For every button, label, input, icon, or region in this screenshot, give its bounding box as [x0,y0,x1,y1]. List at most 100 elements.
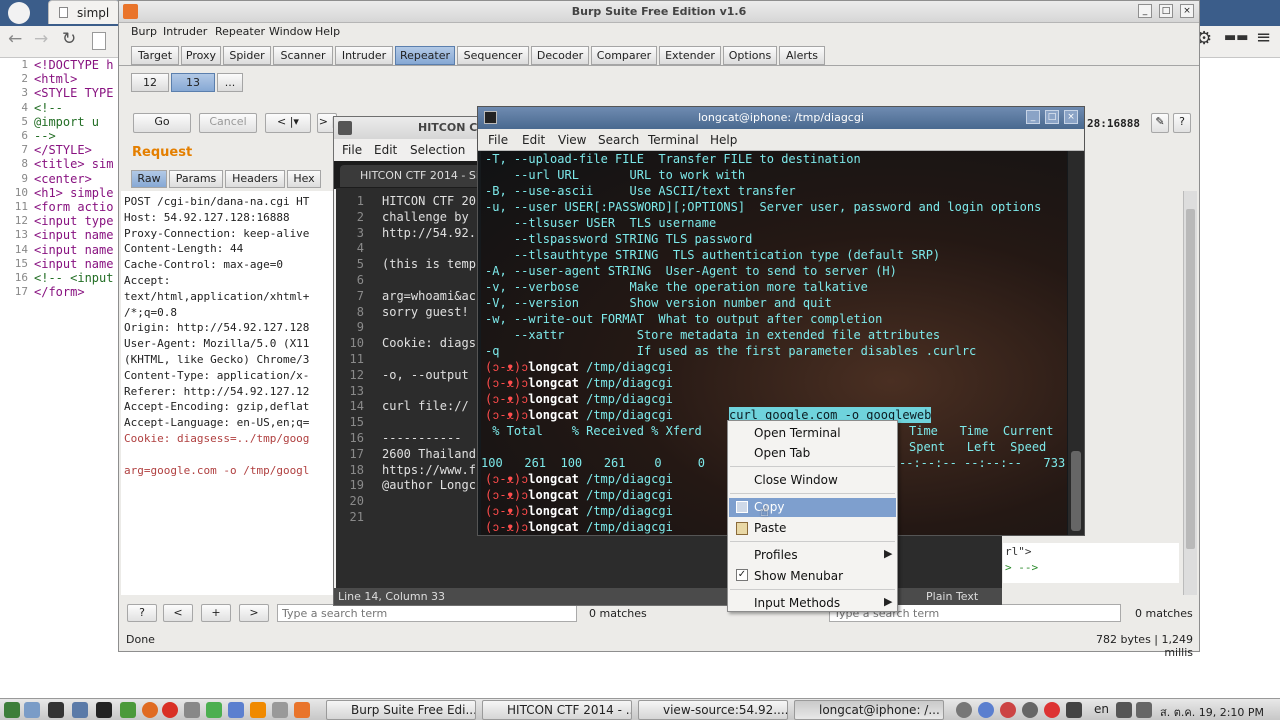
go-button[interactable]: Go [133,113,191,133]
scroll-thumb[interactable] [1186,209,1195,549]
checkbox-checked-icon[interactable]: ✓ [736,569,748,581]
start-menu-icon[interactable] [4,702,20,718]
back-icon[interactable]: ← [8,29,22,49]
menu-repeater[interactable]: Repeater [215,25,265,38]
browser-tab[interactable]: simpl [48,0,120,24]
app-icon[interactable] [294,702,310,718]
menu-icon[interactable]: ≡ [1256,27,1271,48]
app-icon[interactable] [228,702,244,718]
editor-menu-file[interactable]: File [342,143,362,157]
desktop-icon[interactable] [72,702,88,718]
chrome-icon[interactable] [162,702,178,718]
tray-icon[interactable] [1066,702,1082,718]
maximize-icon[interactable]: □ [1159,4,1173,18]
terminal-menu-edit[interactable]: Edit [522,133,545,147]
close-icon[interactable]: × [1180,4,1194,18]
tab-repeater[interactable]: Repeater [395,46,455,65]
task-view-source[interactable]: view-source:54.92.... [638,700,788,720]
tab-intruder[interactable]: Intruder [335,46,393,65]
app-icon[interactable] [272,702,288,718]
menu-item-close-window[interactable]: Close Window [754,472,838,488]
app-icon[interactable] [206,702,222,718]
tab-spider[interactable]: Spider [223,46,271,65]
tab-proxy[interactable]: Proxy [181,46,221,65]
terminal-close-icon[interactable]: × [1064,110,1078,124]
terminal-scroll-thumb[interactable] [1071,451,1081,531]
clock[interactable]: ส. ต.ค. 19, 2:10 PM [1160,703,1264,720]
search-help-button[interactable]: ? [127,604,157,622]
search-next-button[interactable]: > [239,604,269,622]
forward-icon[interactable]: → [34,29,48,49]
edit-target-icon[interactable]: ✎ [1151,113,1169,133]
tab-comparer[interactable]: Comparer [591,46,657,65]
menu-item-show-menubar[interactable]: Show Menubar [754,568,843,584]
menu-item-open-tab[interactable]: Open Tab [754,445,810,461]
tab-scanner[interactable]: Scanner [273,46,333,65]
tray-icon[interactable] [1044,702,1060,718]
menu-burp[interactable]: Burp [131,25,157,38]
search-add-button[interactable]: + [201,604,231,622]
tray-icon[interactable] [1000,702,1016,718]
tray-icon[interactable] [1022,702,1038,718]
tab-options[interactable]: Options [723,46,777,65]
editor-syntax[interactable]: Plain Text [926,590,978,603]
menu-item-copy[interactable]: Copy [754,499,784,515]
tab-sequencer[interactable]: Sequencer [457,46,529,65]
terminal-menu-terminal[interactable]: Terminal [648,133,699,147]
request-tab-params[interactable]: Params [169,170,223,188]
task-editor[interactable]: HITCON CTF 2014 - ... [482,700,632,720]
reload-icon[interactable]: ↻ [62,29,76,49]
file-manager-icon[interactable] [24,702,40,718]
menu-item-profiles[interactable]: Profiles [754,547,798,563]
search-prev-button[interactable]: < [163,604,193,622]
menu-intruder[interactable]: Intruder [163,25,207,38]
menu-item-open-terminal[interactable]: Open Terminal [754,425,841,441]
request-tab-hex[interactable]: Hex [287,170,321,188]
repeater-tab-12[interactable]: 12 [131,73,169,92]
help-icon[interactable]: ? [1173,113,1191,133]
request-editor[interactable]: POST /cgi-bin/dana-na.cgi HT Host: 54.92.… [121,191,335,595]
terminal-menu-help[interactable]: Help [710,133,737,147]
network-icon[interactable] [1136,702,1152,718]
terminal-menu-search[interactable]: Search [598,133,639,147]
tab-alerts[interactable]: Alerts [779,46,825,65]
editor-doc-tab[interactable]: HITCON CTF 2014 - Si [340,165,480,187]
app-icon[interactable] [120,702,136,718]
task-burp[interactable]: Burp Suite Free Edi... [326,700,476,720]
tab-extender[interactable]: Extender [659,46,721,65]
repeater-tab-new[interactable]: ... [217,73,243,92]
tab-decoder[interactable]: Decoder [531,46,589,65]
tray-icon[interactable] [978,702,994,718]
firefox-icon[interactable] [142,702,158,718]
editor-menu-selection[interactable]: Selection [410,143,465,157]
editor-menu-edit[interactable]: Edit [374,143,397,157]
menu-help[interactable]: Help [315,25,340,38]
volume-icon[interactable] [1116,702,1132,718]
terminal-menu-view[interactable]: View [558,133,586,147]
burp-titlebar[interactable]: Burp Suite Free Edition v1.6 _ □ × [119,1,1199,23]
minimize-icon[interactable]: _ [1138,4,1152,18]
request-tab-raw[interactable]: Raw [131,170,167,188]
menu-item-paste[interactable]: Paste [754,520,786,536]
request-tab-headers[interactable]: Headers [225,170,285,188]
back-button[interactable]: < |▾ [265,113,311,133]
task-terminal[interactable]: longcat@iphone: /... [794,700,944,720]
response-scrollbar[interactable] [1183,191,1197,595]
terminal-titlebar[interactable]: longcat@iphone: /tmp/diagcgi _ □ × [478,107,1084,129]
keyboard-language[interactable]: en [1094,702,1109,716]
tray-icon[interactable] [956,702,972,718]
menu-window[interactable]: Window [269,25,312,38]
vlc-icon[interactable] [250,702,266,718]
terminal-menu-file[interactable]: File [488,133,508,147]
terminal-launcher-icon[interactable] [48,702,64,718]
terminal-scrollbar[interactable] [1068,151,1084,535]
app-icon[interactable] [184,702,200,718]
menu-item-input-methods[interactable]: Input Methods [754,595,840,611]
app-icon[interactable] [96,702,112,718]
terminal-maximize-icon[interactable]: □ [1045,110,1059,124]
tab-target[interactable]: Target [131,46,179,65]
cancel-button[interactable]: Cancel [199,113,257,133]
search-input[interactable] [277,604,577,622]
repeater-tab-13[interactable]: 13 [171,73,215,92]
terminal-minimize-icon[interactable]: _ [1026,110,1040,124]
